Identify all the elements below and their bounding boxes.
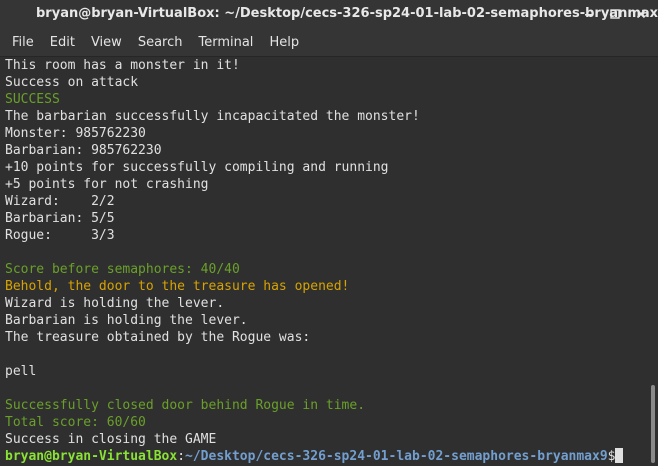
close-button[interactable]	[628, 0, 654, 28]
output-line: +10 points for successfully compiling an…	[5, 160, 389, 175]
output-line: Behold, the door to the treasure has ope…	[5, 279, 350, 294]
window-title: bryan@bryan-VirtualBox: ~/Desktop/cecs-3…	[36, 6, 658, 21]
terminal-output[interactable]: This room has a monster in it! Success on…	[0, 57, 648, 466]
output-line: The treasure obtained by the Rogue was:	[5, 330, 311, 345]
maximize-button[interactable]	[602, 0, 628, 28]
output-line: Success in closing the GAME	[5, 432, 217, 447]
output-line: Total score: 60/60	[5, 415, 146, 430]
prompt-symbol: $	[607, 449, 616, 464]
output-line: SUCCESS	[5, 92, 60, 107]
menu-bar: File Edit View Search Terminal Help	[0, 30, 658, 57]
menu-terminal[interactable]: Terminal	[190, 30, 261, 56]
shell-prompt[interactable]: bryan@bryan-VirtualBox:~/Desktop/cecs-32…	[5, 448, 624, 465]
output-line: Monster: 985762230	[5, 126, 146, 141]
output-line: Successfully closed door behind Rogue in…	[5, 398, 366, 413]
minimize-icon	[585, 14, 593, 16]
output-line: Wizard is holding the lever.	[5, 296, 225, 311]
output-line: The barbarian successfully incapacitated…	[5, 109, 420, 124]
menu-edit[interactable]: Edit	[42, 30, 83, 56]
title-bar[interactable]: bryan@bryan-VirtualBox: ~/Desktop/cecs-3…	[0, 0, 658, 30]
prompt-path: ~/Desktop/cecs-326-sp24-01-lab-02-semaph…	[185, 449, 608, 464]
minimize-button[interactable]	[576, 0, 602, 28]
scrollbar[interactable]	[648, 57, 658, 466]
output-line: Wizard: 2/2	[5, 194, 115, 209]
text-cursor	[615, 448, 624, 463]
prompt-user-host: bryan@bryan-VirtualBox	[5, 449, 178, 464]
output-line: Barbarian: 985762230	[5, 143, 162, 158]
close-icon	[636, 9, 646, 19]
menu-search[interactable]: Search	[130, 30, 191, 56]
output-line: Score before semaphores: 40/40	[5, 262, 240, 277]
output-line: This room has a monster in it!	[5, 58, 240, 73]
output-line: Success on attack	[5, 75, 139, 90]
terminal-window: bryan@bryan-VirtualBox: ~/Desktop/cecs-3…	[0, 0, 658, 466]
prompt-separator: :	[177, 449, 186, 464]
output-line: Barbarian: 5/5	[5, 211, 115, 226]
output-line: Rogue: 3/3	[5, 228, 115, 243]
menu-file[interactable]: File	[0, 30, 42, 56]
output-lines: This room has a monster in it! Success on…	[5, 57, 624, 465]
output-line: pell	[5, 364, 37, 379]
maximize-icon	[610, 9, 620, 19]
menu-view[interactable]: View	[83, 30, 130, 56]
scrollbar-thumb[interactable]	[651, 385, 655, 463]
menu-help[interactable]: Help	[261, 30, 307, 56]
output-line: Barbarian is holding the lever.	[5, 313, 248, 328]
output-line: +5 points for not crashing	[5, 177, 209, 192]
